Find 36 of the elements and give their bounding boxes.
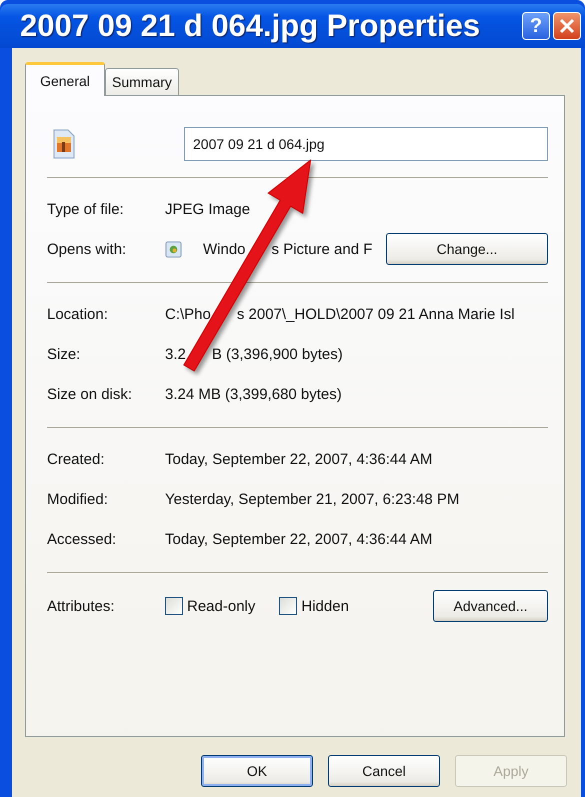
field-label: Opens with:: [47, 240, 128, 258]
file-name-field[interactable]: 2007 09 21 d 064.jpg: [184, 127, 548, 161]
dialog-button[interactable]: Cancel: [328, 755, 440, 787]
window-title: 2007 09 21 d 064.jpg Properties: [20, 8, 480, 44]
field-label: Location:: [47, 306, 109, 322]
tab[interactable]: General: [25, 62, 105, 96]
checkbox[interactable]: [165, 597, 183, 615]
field-label: Type of file:: [47, 200, 125, 218]
field-value: 3.2: [165, 346, 186, 362]
tab[interactable]: Summary: [105, 68, 179, 95]
field-value: Today, September 22, 2007, 4:36:44 AM: [165, 530, 432, 548]
field-value: 3.24 MB (3,399,680 bytes): [165, 386, 342, 402]
checkbox-label: Hidden: [301, 598, 349, 614]
dialog-button[interactable]: OK: [201, 755, 313, 787]
field-label: Accessed:: [47, 530, 118, 548]
change-button[interactable]: Change...: [386, 233, 548, 265]
advanced-button[interactable]: Advanced...: [433, 590, 548, 622]
picture-viewer-icon: [165, 240, 182, 258]
field-value: Yesterday, September 21, 2007, 6:23:48 PM: [165, 490, 460, 508]
field-value: JPEG Image: [165, 200, 250, 218]
field-value: B (3,396,900 bytes): [212, 346, 343, 362]
field-value: C:\Pho: [165, 306, 211, 322]
field-label: Size on disk:: [47, 386, 134, 402]
field-value: s 2007\_HOLD\2007 09 21 Anna Marie Isl: [236, 306, 515, 322]
field-label: Created:: [47, 450, 106, 468]
close-button[interactable]: [553, 12, 581, 40]
field-label: Size:: [47, 346, 82, 362]
checkbox[interactable]: [279, 597, 298, 615]
field-value: s Picture and F: [272, 240, 372, 258]
field-label: Attributes:: [47, 598, 116, 614]
field-label: Modified:: [47, 490, 109, 508]
field-value: Windo: [203, 240, 246, 258]
image-file-icon: [53, 129, 75, 159]
checkbox-label: Read-only: [187, 598, 256, 614]
close-icon: [559, 18, 575, 34]
field-value: Today, September 22, 2007, 4:36:44 AM: [165, 450, 432, 468]
